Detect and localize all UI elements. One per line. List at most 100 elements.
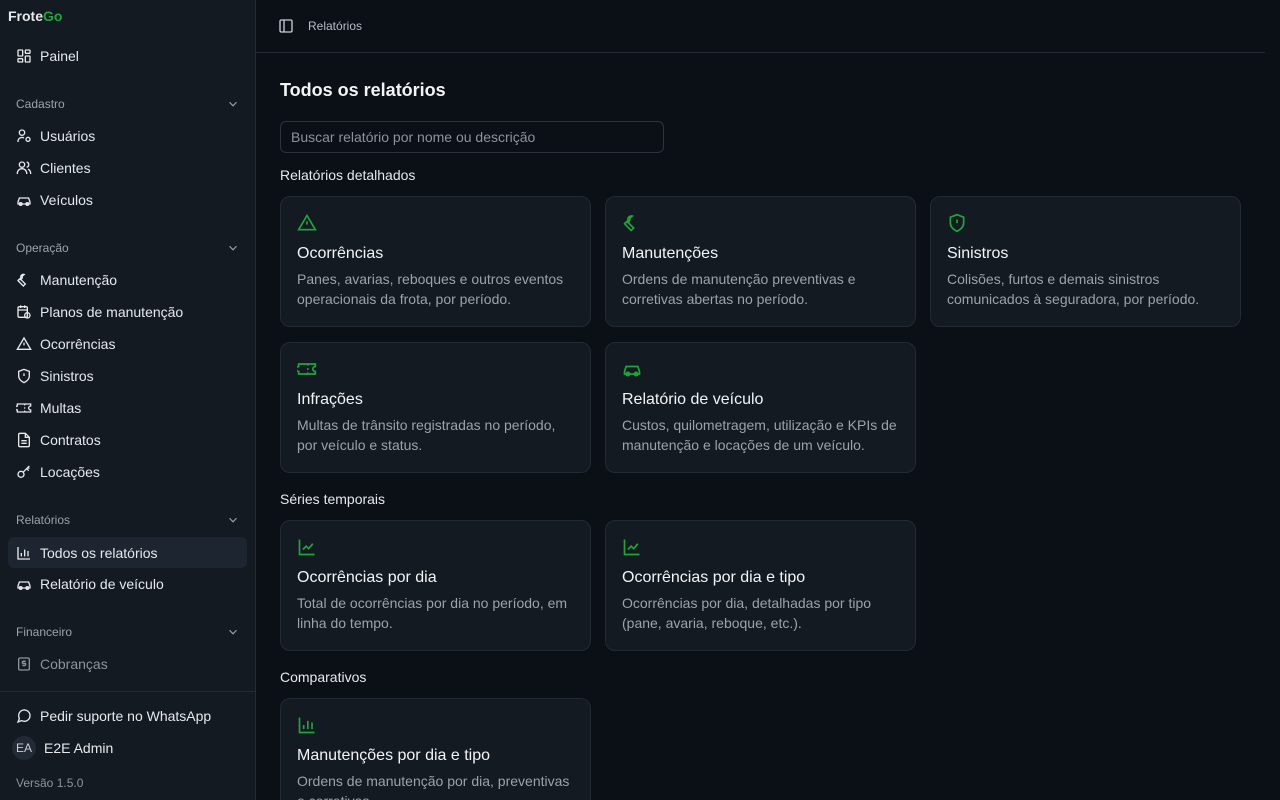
sidebar-item-label: Ocorrências — [40, 336, 116, 352]
chevron-down-icon — [229, 101, 237, 107]
report-card-manutencoes[interactable]: Manutenções Ordens de manutenção prevent… — [605, 196, 916, 327]
report-card-relatorio-veiculo[interactable]: Relatório de veículo Custos, quilometrag… — [605, 342, 916, 473]
sidebar-item-label: Usuários — [40, 128, 96, 144]
sidebar-item-contratos[interactable]: Contratos — [8, 426, 247, 454]
section-title-comparativos: Comparativos — [280, 669, 367, 685]
whatsapp-support-button[interactable]: Pedir suporte no WhatsApp — [8, 702, 247, 730]
report-card-ocorrencias[interactable]: Ocorrências Panes, avarias, reboques e o… — [280, 196, 591, 327]
sidebar-item-multas[interactable]: Multas — [8, 394, 247, 422]
sidebar-item-label: Painel — [40, 48, 79, 64]
user-cog-icon — [17, 129, 31, 142]
user-name: E2E Admin — [44, 740, 114, 756]
sidebar-item-relatorio-veiculo[interactable]: Relatório de veículo — [8, 570, 247, 598]
sidebar-item-label: Veículos — [40, 192, 93, 208]
user-menu[interactable]: EA E2E Admin — [8, 734, 247, 762]
sidebar-item-label: Relatório de veículo — [40, 576, 164, 592]
report-card-ocorrencias-por-dia[interactable]: Ocorrências por dia Total de ocorrências… — [280, 520, 591, 651]
file-text-icon — [18, 432, 30, 448]
group-label: Operação — [16, 241, 69, 255]
line-chart-icon — [622, 537, 642, 557]
sidebar-item-label: Contratos — [40, 432, 101, 448]
key-icon — [17, 465, 30, 478]
sidebar-item-cobrancas[interactable]: Cobranças — [8, 650, 247, 678]
sidebar-item-label: Manutenção — [40, 272, 118, 288]
sidebar-item-planos[interactable]: Planos de manutenção — [8, 298, 247, 326]
sidebar-item-sinistros[interactable]: Sinistros — [8, 362, 247, 390]
sidebar-item-veiculos[interactable]: Veículos — [8, 186, 247, 214]
card-description: Colisões, furtos e demais sinistros comu… — [947, 271, 1200, 307]
calendar-clock-icon — [17, 305, 31, 319]
receipt-dollar-icon — [18, 657, 30, 671]
avatar: EA — [12, 736, 36, 760]
sidebar-item-locacoes[interactable]: Locações — [8, 458, 247, 486]
card-title: Ocorrências por dia — [297, 569, 437, 586]
sidebar-item-todos-relatorios[interactable]: Todos os relatórios — [8, 537, 247, 568]
sidebar-toggle-button[interactable] — [278, 18, 294, 34]
group-financeiro[interactable]: Financeiro — [16, 622, 240, 642]
search-input[interactable] — [280, 121, 664, 153]
report-card-manutencoes-dia-tipo[interactable]: Manutenções por dia e tipo Ordens de man… — [280, 698, 591, 800]
sidebar-item-label: Cobranças — [40, 656, 108, 672]
group-label: Financeiro — [16, 625, 73, 639]
sidebar-item-painel[interactable]: Painel — [8, 42, 247, 70]
sidebar-item-label: Planos de manutenção — [40, 304, 184, 320]
card-description: Ocorrências por dia, detalhadas por tipo… — [622, 595, 872, 631]
chevron-down-icon — [229, 517, 237, 523]
shield-alert-icon — [947, 213, 967, 233]
report-card-infracoes[interactable]: Infrações Multas de trânsito registradas… — [280, 342, 591, 473]
shield-alert-icon — [18, 368, 30, 384]
message-circle-icon — [16, 709, 31, 724]
card-description: Panes, avarias, reboques e outros evento… — [297, 271, 564, 307]
sidebar-divider — [0, 691, 255, 692]
car-icon — [17, 197, 31, 206]
group-cadastro[interactable]: Cadastro — [16, 94, 240, 114]
app-version: Versão 1.5.0 — [16, 776, 84, 790]
card-title: Manutenções — [622, 245, 719, 262]
card-description: Ordens de manutenção preventivas e corre… — [622, 271, 856, 307]
chevron-down-icon — [229, 245, 237, 251]
group-relatorios[interactable]: Relatórios — [16, 510, 240, 530]
sidebar-item-label: Sinistros — [40, 368, 94, 384]
bar-chart-icon — [297, 715, 317, 735]
wrench-icon — [17, 273, 27, 287]
group-operacao[interactable]: Operação — [16, 238, 240, 258]
card-description: Total de ocorrências por dia no período,… — [297, 595, 568, 631]
sidebar-item-clientes[interactable]: Clientes — [8, 154, 247, 182]
section-title-detalhados: Relatórios detalhados — [280, 167, 416, 183]
sidebar-item-label: Clientes — [40, 160, 91, 176]
dashboard-icon — [17, 49, 31, 63]
ticket-icon — [295, 359, 317, 379]
sidebar-item-ocorrencias[interactable]: Ocorrências — [8, 330, 247, 358]
line-chart-icon — [297, 537, 317, 557]
wrench-icon — [622, 213, 642, 233]
card-title: Ocorrências por dia e tipo — [622, 569, 806, 586]
card-description: Custos, quilometragem, utilização e KPIs… — [622, 417, 897, 453]
card-title: Ocorrências — [297, 245, 384, 262]
group-label: Cadastro — [16, 97, 65, 111]
card-description: Multas de trânsito registradas no períod… — [297, 417, 556, 453]
ticket-icon — [16, 403, 32, 413]
card-title: Manutenções por dia e tipo — [297, 747, 491, 764]
car-icon — [622, 359, 642, 379]
breadcrumb[interactable]: Relatórios — [308, 19, 362, 33]
card-title: Infrações — [297, 391, 363, 408]
sidebar: FroteGo Painel Cadastro Usuários Cliente… — [0, 0, 256, 800]
chevron-down-icon — [229, 629, 237, 635]
report-card-ocorrencias-dia-tipo[interactable]: Ocorrências por dia e tipo Ocorrências p… — [605, 520, 916, 651]
users-icon — [16, 161, 32, 174]
card-title: Relatório de veículo — [622, 391, 764, 408]
support-label: Pedir suporte no WhatsApp — [40, 708, 212, 724]
sidebar-item-usuarios[interactable]: Usuários — [8, 122, 247, 150]
report-card-sinistros[interactable]: Sinistros Colisões, furtos e demais sini… — [930, 196, 1241, 327]
card-title: Sinistros — [947, 245, 1009, 262]
panel-left-icon — [279, 19, 293, 33]
sidebar-item-manutencao[interactable]: Manutenção — [8, 266, 247, 294]
brand-logo[interactable]: FroteGo — [8, 8, 62, 24]
sidebar-item-label: Todos os relatórios — [40, 544, 158, 561]
sidebar-item-label: Locações — [40, 464, 100, 480]
card-description: Ordens de manutenção por dia, preventiva… — [297, 773, 570, 800]
group-label: Relatórios — [16, 513, 71, 527]
sidebar-item-label: Multas — [40, 400, 82, 416]
topbar: Relatórios — [256, 0, 1265, 53]
alert-triangle-icon — [297, 213, 317, 233]
